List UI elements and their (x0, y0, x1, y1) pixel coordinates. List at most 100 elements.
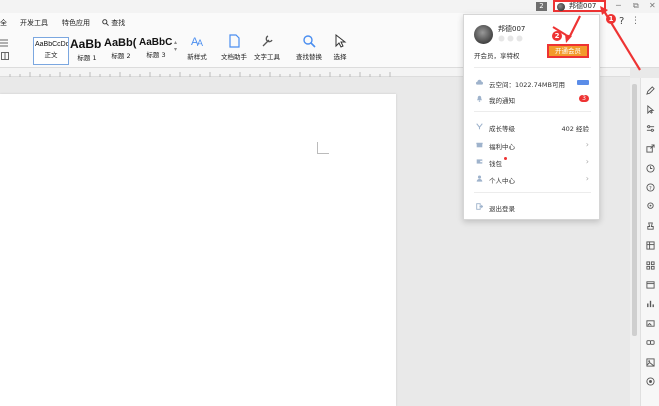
menu-item-find-label: 查找 (111, 19, 126, 27)
chart-icon[interactable] (646, 299, 655, 308)
cloud-space-value: 1022.74MB可用 (515, 81, 565, 89)
wallet-dot-indicator (504, 157, 507, 160)
style-heading-3-label: 标题 3 (146, 51, 166, 59)
select-label: 选择 (333, 53, 347, 61)
wallet-row[interactable]: 钱包 › (464, 156, 601, 170)
picture-icon[interactable] (646, 358, 655, 367)
margin-corner-mark (317, 142, 329, 154)
pointer-icon[interactable] (646, 105, 655, 114)
style-heading-3[interactable]: AaBbC 标题 3 (139, 37, 173, 65)
notifications-label: 我的通知 (489, 97, 515, 105)
archive-icon[interactable] (646, 280, 655, 289)
growth-level-row[interactable]: 成长等级 402 经验 (464, 121, 601, 135)
logout-label: 退出登录 (489, 205, 515, 213)
location-icon[interactable] (646, 202, 655, 211)
notifications-row[interactable]: 我的通知 3 (464, 93, 601, 107)
step-2-marker: 2 (552, 31, 562, 41)
personal-center-label: 个人中心 (489, 177, 515, 185)
user-dropdown-panel: 邦德007 开会员，享特权 开通会员 云空间：1022.74MB可用 我的通知 … (463, 14, 600, 220)
svg-text:A: A (197, 38, 203, 48)
style-heading-2[interactable]: AaBb( 标题 2 (104, 37, 138, 65)
cloud-vip-icon (577, 80, 589, 85)
document-icon (229, 34, 240, 48)
select-button[interactable]: 选择 (329, 34, 351, 61)
magnifier-icon (303, 35, 316, 48)
open-vip-button[interactable]: 开通会员 (547, 44, 589, 58)
text-tools-button[interactable]: 文字工具 (252, 34, 282, 61)
new-style-label: 新样式 (187, 53, 207, 61)
style-heading-1-sample: AaBb (70, 37, 102, 51)
ribbon-award-icon (476, 123, 483, 130)
wallet-icon (476, 159, 483, 164)
vip-promo-text: 开会员，享特权 (474, 52, 520, 60)
style-normal[interactable]: AaBbCcDd 正文 (33, 37, 69, 65)
new-style-button[interactable]: A A 新样式 (183, 34, 211, 61)
gallery-scroll-icon[interactable]: ▴ ▾ (174, 39, 177, 53)
style-normal-sample: AaBbCcDd (35, 41, 68, 48)
image-gallery-icon[interactable] (646, 319, 655, 328)
help-question-icon[interactable]: ? (619, 16, 624, 27)
divider (474, 111, 591, 112)
growth-level-label: 成长等级 (489, 125, 515, 133)
new-style-icon: A A (191, 36, 203, 48)
user-account-button[interactable]: 邦德007 (553, 0, 606, 12)
gift-icon (476, 142, 483, 148)
menu-item-all[interactable]: 全 (0, 18, 7, 28)
border-icon[interactable] (1, 52, 11, 60)
history-icon[interactable] (646, 164, 655, 173)
menu-item-find[interactable]: 查找 (102, 18, 125, 28)
apps-grid-icon[interactable] (646, 261, 655, 270)
panel-username: 邦德007 (498, 25, 526, 33)
link-icon[interactable] (646, 338, 655, 347)
divider (474, 67, 591, 68)
stamp-icon[interactable] (646, 222, 655, 231)
username-label: 邦德007 (569, 2, 597, 10)
style-heading-1[interactable]: AaBb 标题 1 (70, 37, 104, 65)
help-icon[interactable]: ? (646, 183, 655, 192)
style-heading-1-label: 标题 1 (77, 54, 97, 62)
scrollbar-thumb[interactable] (632, 84, 637, 336)
wrench-icon (262, 35, 273, 47)
growth-level-value: 402 经验 (561, 125, 589, 133)
style-normal-label: 正文 (44, 51, 58, 59)
cloud-space-row[interactable]: 云空间：1022.74MB可用 (464, 77, 601, 91)
table-icon[interactable] (646, 241, 655, 250)
chevron-right-icon: › (585, 174, 589, 183)
step-1-marker: 1 (606, 14, 616, 24)
style-heading-2-sample: AaBb( (104, 37, 137, 49)
menu-item-dev-tools[interactable]: 开发工具 (20, 18, 48, 28)
text-tools-label: 文字工具 (254, 53, 280, 61)
minimize-icon[interactable]: ─ (616, 1, 621, 10)
document-count-badge[interactable]: 2 (536, 2, 547, 11)
more-options-icon[interactable]: ⋮ (631, 16, 640, 26)
doc-helper-label: 文档助手 (221, 53, 247, 61)
logout-icon (476, 203, 483, 210)
find-replace-label: 查找替换 (296, 53, 322, 61)
cursor-icon (335, 34, 347, 48)
find-replace-button[interactable]: 查找替换 (293, 34, 325, 61)
list-icon[interactable] (0, 39, 9, 47)
welfare-center-row[interactable]: 福利中心 › (464, 139, 601, 153)
menu-item-special-apps[interactable]: 特色应用 (62, 18, 90, 28)
restore-icon[interactable]: ⧉ (633, 1, 639, 11)
style-heading-2-label: 标题 2 (111, 52, 131, 60)
logout-row[interactable]: 退出登录 (464, 201, 601, 215)
settings-sliders-icon[interactable] (646, 124, 655, 133)
avatar (557, 3, 565, 11)
title-bar: 2 邦德007 ─ ⧉ ✕ (0, 0, 659, 13)
close-icon[interactable]: ✕ (649, 1, 656, 10)
panel-avatar[interactable] (474, 25, 493, 44)
cloud-icon (476, 79, 483, 85)
pen-icon[interactable] (646, 86, 655, 95)
member-level-icons (498, 35, 523, 42)
share-icon[interactable] (646, 144, 655, 153)
svg-text:?: ? (649, 186, 652, 192)
chevron-right-icon: › (585, 157, 589, 166)
doc-helper-button[interactable]: 文档助手 (220, 34, 248, 61)
record-icon[interactable] (646, 377, 655, 386)
welfare-center-label: 福利中心 (489, 143, 515, 151)
document-page[interactable] (0, 94, 396, 406)
divider (474, 192, 591, 193)
member-badge-icons (498, 35, 526, 44)
personal-center-row[interactable]: 个人中心 › (464, 173, 601, 187)
